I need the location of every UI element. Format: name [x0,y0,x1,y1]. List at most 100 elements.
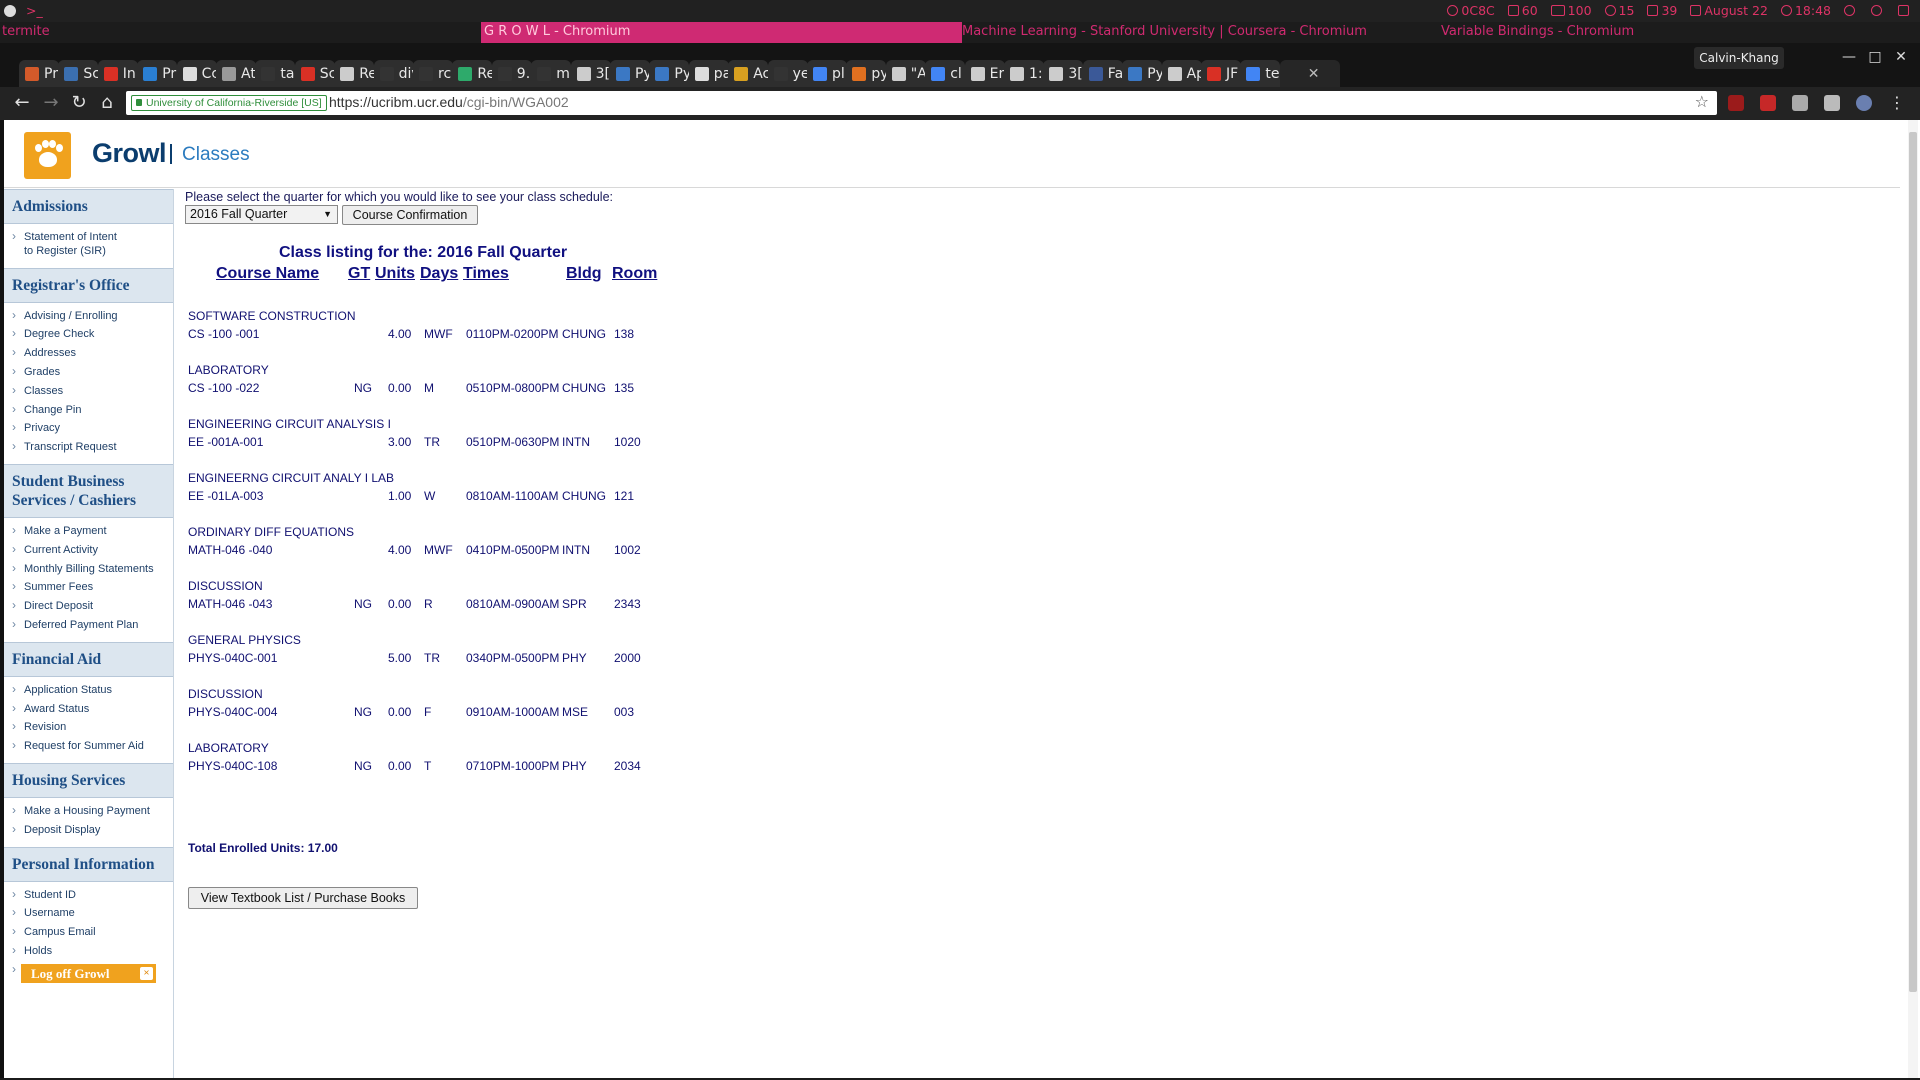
browser-tab[interactable]: m [531,60,572,87]
browser-tab[interactable]: Sc [294,60,335,87]
browser-tab[interactable]: Py [649,60,690,87]
browser-tab[interactable]: At [216,60,256,87]
quarter-select[interactable]: 2016 Fall Quarter ▼ [185,205,338,224]
browser-tab[interactable]: Cc [176,60,217,87]
column-header-room[interactable]: Room [612,265,657,283]
browser-tab[interactable]: Ap [1161,60,1202,87]
sidebar-link[interactable]: Classes [4,383,173,402]
site-brand[interactable]: Growl [92,138,167,169]
column-header-gt[interactable]: GT [348,265,370,283]
url-text[interactable]: https://ucribm.ucr.edu/cgi-bin/WGA002 [329,94,569,110]
address-bar[interactable]: University of California-Riverside [US] … [126,91,1717,115]
sidebar-link[interactable]: Deferred Payment Plan [4,617,173,636]
browser-tab[interactable]: ye [767,60,808,87]
sidebar-link[interactable]: Username [4,905,173,924]
browser-tab[interactable]: 9. [491,60,532,87]
logoff-button[interactable]: Log off Growl × [21,964,156,983]
reload-icon[interactable]: ↻ [68,92,90,114]
browser-tab[interactable]: 1: [1004,60,1044,87]
browser-tab[interactable]: Er [964,60,1005,87]
minimize-icon[interactable]: — [1840,49,1858,65]
textbook-button[interactable]: View Textbook List / Purchase Books [188,887,418,909]
sidebar-link[interactable]: Monthly Billing Statements [4,561,173,580]
browser-tab-active[interactable]: ✕ [1279,60,1340,87]
refresh-icon[interactable] [1844,5,1855,16]
window-title-active[interactable]: G R O W L - Chromium [481,22,962,43]
paw-logo-icon[interactable] [24,132,71,179]
browser-tab[interactable]: Re [334,60,375,87]
forward-icon[interactable]: → [40,92,62,114]
browser-tab[interactable]: te [1240,60,1281,87]
maximize-icon[interactable]: □ [1866,49,1884,65]
flag-extension-icon[interactable] [1856,95,1872,111]
column-header-bldg[interactable]: Bldg [566,265,602,283]
browser-tab[interactable]: Re [452,60,493,87]
logoff-close-icon[interactable]: × [140,967,153,980]
browser-tab[interactable]: Ac [728,60,769,87]
browser-tab[interactable]: 3[ [570,60,611,87]
browser-tab[interactable]: rc [413,60,453,87]
window-title-terminal[interactable]: termite [2,24,50,39]
browser-tab[interactable]: Pr [19,60,59,87]
home-icon[interactable]: ⌂ [96,92,118,114]
sidebar-link[interactable]: Campus Email [4,924,173,943]
sidebar-link[interactable]: Make a Housing Payment [4,803,173,822]
browser-tab[interactable]: div [373,60,414,87]
browser-tab[interactable]: cl [925,60,966,87]
secure-badge[interactable]: University of California-Riverside [US] [131,95,327,111]
sidebar-link[interactable]: Change Pin [4,402,173,421]
browser-tab[interactable]: 3[ [1043,60,1084,87]
menu-kebab-icon[interactable]: ⋮ [1886,92,1908,114]
sidebar-link[interactable]: Degree Check [4,326,173,345]
browser-tab[interactable]: "A [885,60,926,87]
window-title-variable-bindings[interactable]: Variable Bindings - Chromium [1441,24,1634,39]
sidebar-link[interactable]: Current Activity [4,542,173,561]
sidebar-link[interactable]: Transcript Request [4,439,173,458]
sidebar-link[interactable]: Application Status [4,682,173,701]
sidebar-link[interactable]: Deposit Display [4,822,173,841]
column-header-days[interactable]: Days [420,265,458,283]
chat-extension-icon[interactable] [1824,95,1840,111]
sidebar-link[interactable]: Award Status [4,701,173,720]
browser-tab[interactable]: Py [1122,60,1163,87]
browser-tab[interactable]: ta [255,60,296,87]
browser-tab[interactable]: In [97,60,138,87]
browser-tab[interactable]: Pr [137,60,178,87]
profile-button[interactable]: Calvin-Khang [1694,47,1784,69]
sidebar-link[interactable]: Grades [4,364,173,383]
bookmark-star-icon[interactable]: ☆ [1695,92,1709,111]
sidebar-link[interactable]: Revision [4,719,173,738]
sidebar-link[interactable]: Privacy [4,420,173,439]
power-icon[interactable] [1871,5,1882,16]
sidebar-link[interactable]: Student ID [4,887,173,906]
sidebar-link[interactable]: Summer Fees [4,579,173,598]
browser-tab[interactable]: pl [807,60,847,87]
close-window-icon[interactable]: ✕ [1892,49,1910,65]
browser-tab[interactable]: Py [610,60,650,87]
browser-tab[interactable]: py [846,60,887,87]
browser-tab[interactable]: Fa [1082,60,1123,87]
sidebar-link[interactable]: Holds [4,943,173,962]
page-scrollbar-thumb[interactable] [1909,132,1917,992]
mail-extension-icon[interactable] [1760,95,1776,111]
extension-icon[interactable] [1792,95,1808,111]
sidebar-link[interactable]: Make a Payment [4,523,173,542]
browser-tab[interactable]: Sc [58,60,99,87]
sidebar-link[interactable]: Direct Deposit [4,598,173,617]
sidebar-link[interactable]: Statement of Intent to Register (SIR) [4,229,173,262]
column-header-units[interactable]: Units [375,265,415,283]
column-header-course-name[interactable]: Course Name [216,265,319,283]
sidebar-link[interactable]: Addresses [4,345,173,364]
column-header-times[interactable]: Times [463,265,509,283]
course-confirmation-button[interactable]: Course Confirmation [342,205,478,225]
window-title-coursera[interactable]: Machine Learning - Stanford University |… [962,24,1367,39]
browser-tab[interactable]: pa [688,60,729,87]
os-menu-icon[interactable] [4,4,16,17]
sidebar-link[interactable]: Advising / Enrolling [4,308,173,327]
back-icon[interactable]: ← [11,92,33,114]
browser-tab[interactable]: JF [1201,60,1241,87]
close-tab-icon[interactable]: ✕ [1308,66,1320,82]
ublock-extension-icon[interactable] [1728,95,1744,111]
sidebar-link[interactable]: Request for Summer Aid [4,738,173,757]
lock-icon[interactable] [1898,5,1909,16]
